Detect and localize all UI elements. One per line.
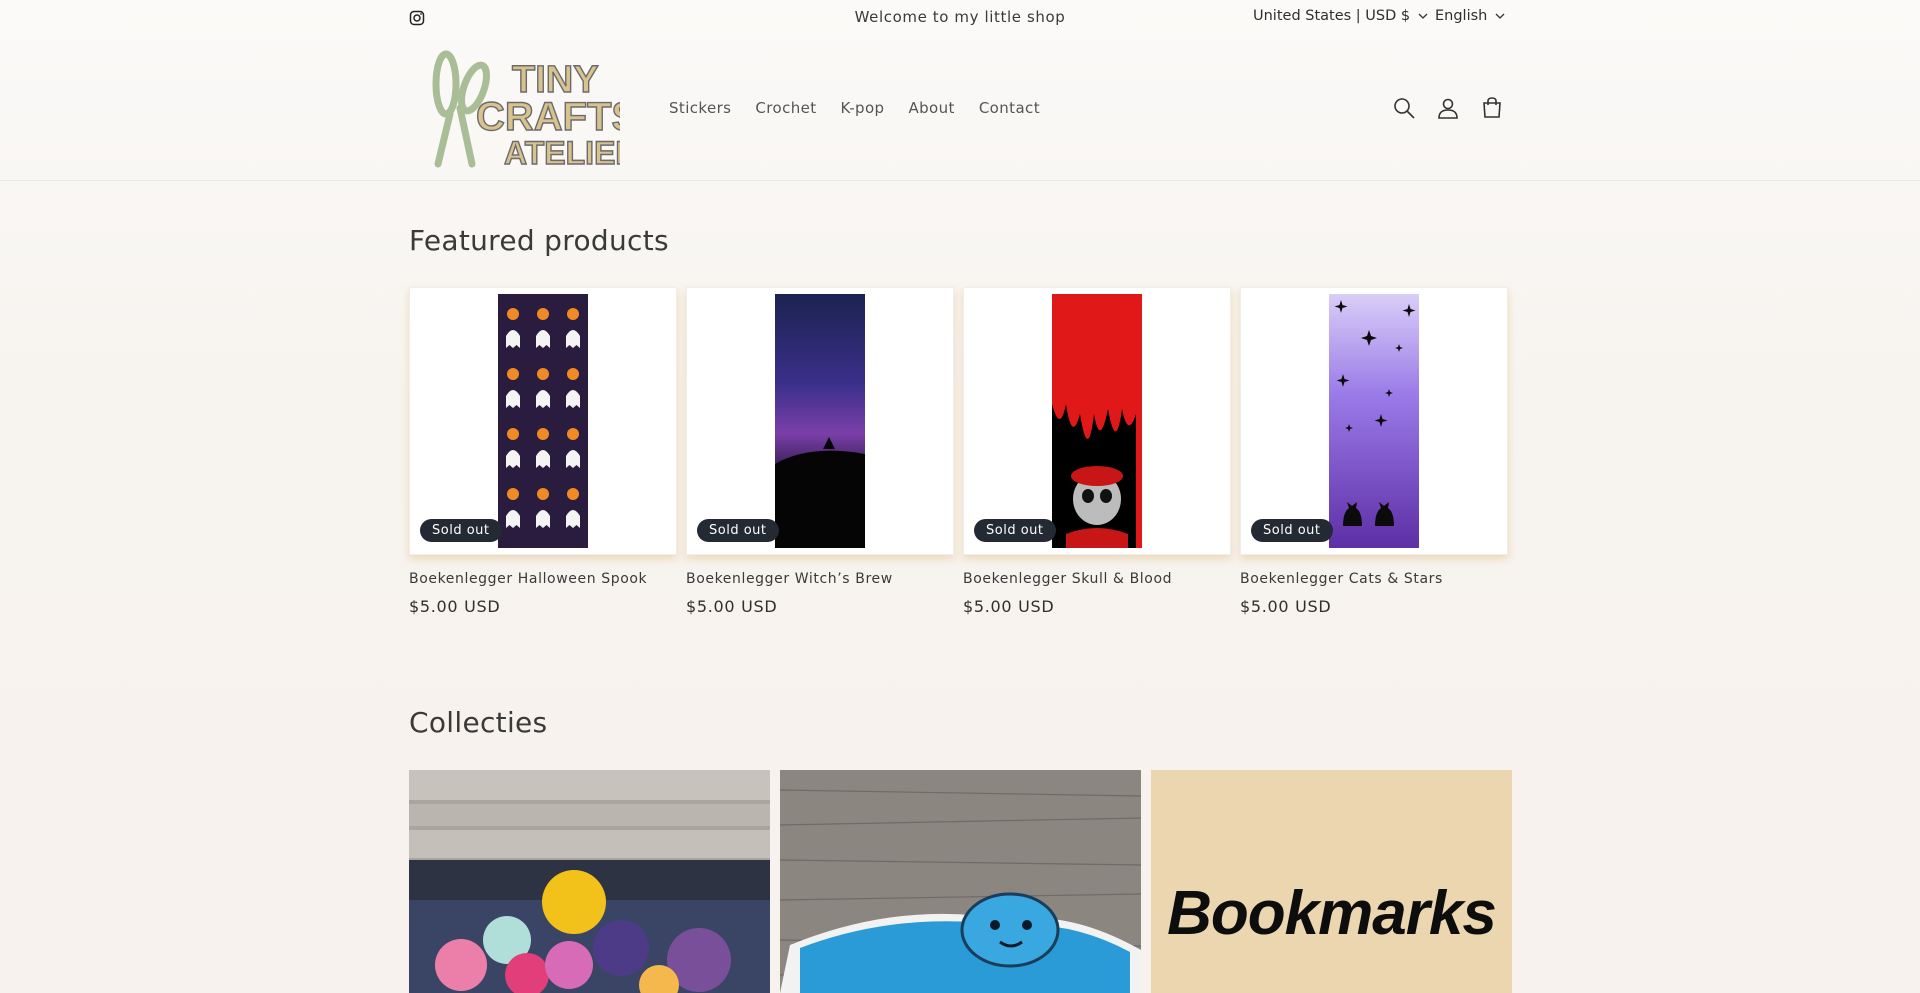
announcement-text: Welcome to my little shop [854, 8, 1066, 26]
collection-bookmarks-label: Bookmarks [1167, 879, 1497, 948]
country-selector[interactable]: United States | USD $ [1253, 8, 1428, 24]
product-title[interactable]: Boekenlegger Halloween Spook [409, 571, 677, 587]
product-price: $5.00 USD [686, 597, 778, 616]
nav-item-crochet[interactable]: Crochet [743, 99, 828, 117]
product-title[interactable]: Boekenlegger Skull & Blood [963, 571, 1231, 587]
nav-item-contact[interactable]: Contact [967, 99, 1052, 117]
product-card[interactable]: Sold out Boekenlegger Cats & Stars $5.00… [1240, 287, 1508, 616]
crochet-collection-image [409, 770, 770, 993]
logo-word-3: ATELIER [504, 135, 620, 171]
product-title[interactable]: Boekenlegger Witch’s Brew [686, 571, 954, 587]
nav-item-stickers[interactable]: Stickers [669, 99, 743, 117]
site-header: TINY CRAFTS ATELIER Stickers Crochet K-p… [0, 36, 1920, 181]
search-icon[interactable] [1392, 96, 1416, 120]
chevron-down-icon [1495, 13, 1505, 19]
collection-card-stickers[interactable] [780, 770, 1141, 993]
product-price: $5.00 USD [1240, 597, 1332, 616]
sold-out-badge: Sold out [697, 519, 779, 542]
sold-out-badge: Sold out [1251, 519, 1333, 542]
nav-item-kpop[interactable]: K-pop [829, 99, 897, 117]
bookmark-halloween-image [498, 294, 588, 548]
collection-card-crochet[interactable] [409, 770, 770, 993]
product-image[interactable]: Sold out [409, 287, 677, 555]
bookmark-skull-image [1052, 294, 1142, 548]
account-icon[interactable] [1436, 96, 1460, 120]
product-price: $5.00 USD [409, 597, 501, 616]
bookmark-witch-image [775, 294, 865, 548]
collection-card-bookmarks[interactable]: Bookmarks [1151, 770, 1512, 993]
announcement-bar: Welcome to my little shop United States … [0, 0, 1920, 36]
sold-out-badge: Sold out [420, 519, 502, 542]
bookmark-cats-stars-image [1329, 294, 1419, 548]
collections-title: Collecties [409, 706, 548, 739]
logo-word-2: CRAFTS [476, 95, 620, 139]
product-title[interactable]: Boekenlegger Cats & Stars [1240, 571, 1508, 587]
sold-out-badge: Sold out [974, 519, 1056, 542]
product-image[interactable]: Sold out [963, 287, 1231, 555]
language-selector-label: English [1435, 8, 1488, 24]
stickers-collection-image [780, 770, 1141, 993]
featured-products-title: Featured products [409, 224, 669, 257]
product-price: $5.00 USD [963, 597, 1055, 616]
product-card[interactable]: Sold out Boekenlegger Skull & Blood $5.0… [963, 287, 1231, 616]
product-image[interactable]: Sold out [686, 287, 954, 555]
shop-logo[interactable]: TINY CRAFTS ATELIER [420, 46, 620, 174]
product-card[interactable]: Sold out Boekenlegger Halloween Spook $5… [409, 287, 677, 616]
nav-item-about[interactable]: About [896, 99, 966, 117]
chevron-down-icon [1418, 13, 1428, 19]
product-image[interactable]: Sold out [1240, 287, 1508, 555]
product-card[interactable]: Sold out Boekenlegger Witch’s Brew $5.00… [686, 287, 954, 616]
country-selector-label: United States | USD $ [1253, 8, 1411, 24]
cart-icon[interactable] [1480, 96, 1504, 120]
main-nav: Stickers Crochet K-pop About Contact [669, 99, 1052, 117]
language-selector[interactable]: English [1435, 8, 1505, 24]
